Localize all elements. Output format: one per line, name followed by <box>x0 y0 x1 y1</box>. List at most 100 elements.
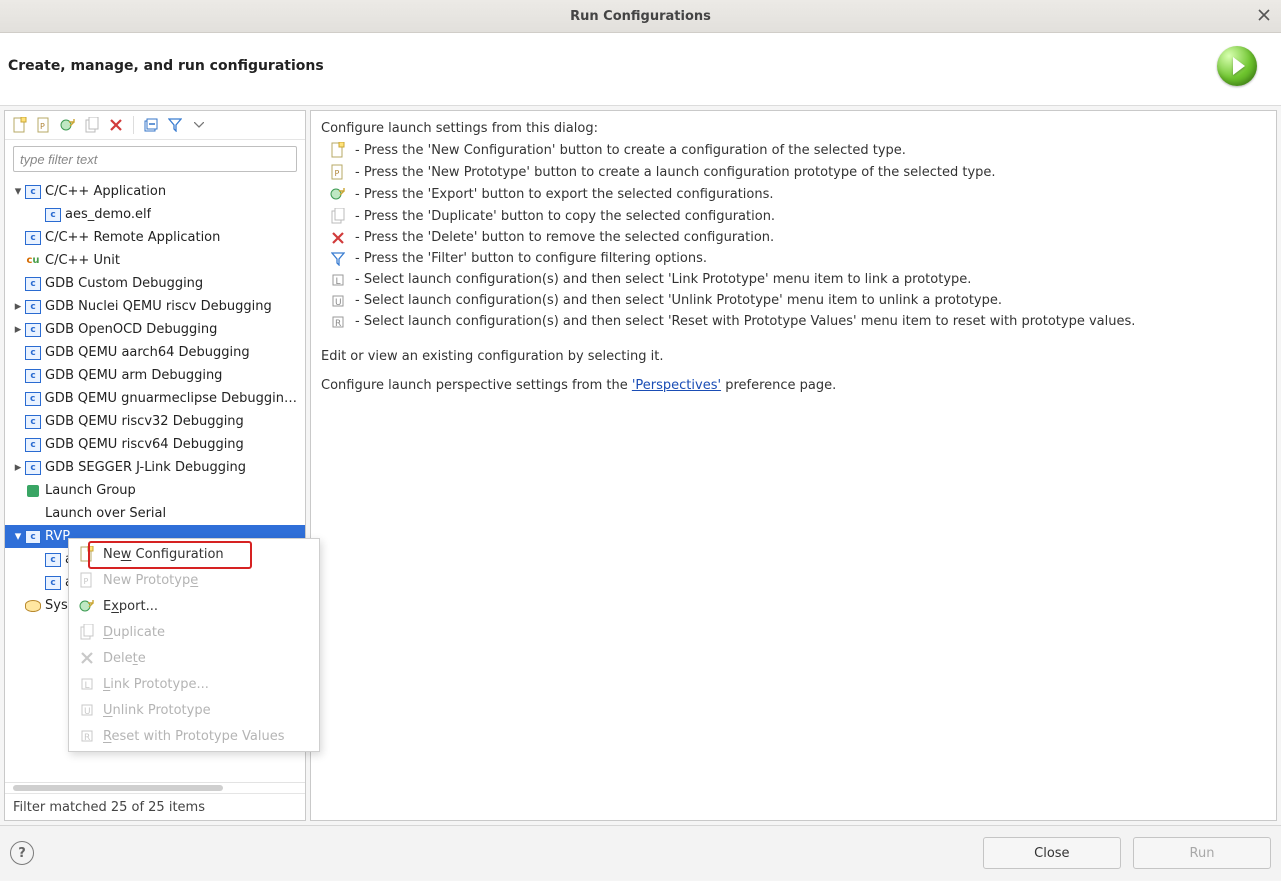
run-icon <box>1217 46 1257 86</box>
window-title: Run Configurations <box>570 9 711 24</box>
tree-item[interactable]: ▸caes_demo.elf <box>5 203 305 226</box>
tree-item-label: Launch over Serial <box>45 506 166 521</box>
tree-item[interactable]: ▸cGDB Custom Debugging <box>5 272 305 295</box>
tree-item-label: RVP <box>45 529 70 544</box>
delete-icon <box>79 652 95 664</box>
context-menu-label: New Configuration <box>103 547 309 562</box>
tree-item[interactable]: ▸cGDB Nuclei QEMU riscv Debugging <box>5 295 305 318</box>
toolbar-new-prototype[interactable]: P <box>35 116 53 134</box>
funnel-icon <box>168 118 182 132</box>
caret-right-icon[interactable]: ▸ <box>11 322 25 337</box>
context-menu-item-unlink: UUnlink Prototype <box>69 697 319 723</box>
hint-row: R - Select launch configuration(s) and t… <box>329 314 1266 329</box>
hint-text: - Press the 'New Prototype' button to cr… <box>355 165 996 180</box>
hint-text: - Press the 'Filter' button to configure… <box>355 251 707 266</box>
tree-item[interactable]: ▸Launch Group <box>5 479 305 502</box>
context-menu-label: Unlink Prototype <box>103 703 309 718</box>
c-unit-icon: cu <box>25 253 41 269</box>
toolbar-filter-menu[interactable] <box>190 116 208 134</box>
intro-text: Configure launch settings from this dial… <box>321 121 1266 136</box>
dialog-header: Create, manage, and run configurations <box>0 33 1281 106</box>
edit-hint: Edit or view an existing configuration b… <box>321 349 1266 364</box>
hint-text: - Select launch configuration(s) and the… <box>355 293 1002 308</box>
toolbar-delete[interactable] <box>107 116 125 134</box>
main-panel: Configure launch settings from this dial… <box>310 110 1277 821</box>
duplicate-icon <box>79 624 95 640</box>
tree-item[interactable]: ▸cLaunch over Serial <box>5 502 305 525</box>
new-icon <box>329 142 347 158</box>
title-bar: Run Configurations <box>0 0 1281 33</box>
tree-item[interactable]: ▾cC/C++ Application <box>5 180 305 203</box>
toolbar-separator <box>133 116 134 134</box>
run-button[interactable]: Run <box>1133 837 1271 869</box>
toolbar-filter[interactable] <box>166 116 184 134</box>
window-close-button[interactable] <box>1255 6 1273 24</box>
tree-item-label: aes_demo.elf <box>65 207 151 222</box>
context-menu[interactable]: New ConfigurationPNew PrototypeExport...… <box>68 538 320 752</box>
blank-icon: c <box>25 506 41 522</box>
c-config-icon: c <box>45 575 61 591</box>
svg-text:R: R <box>335 319 341 329</box>
tree-item[interactable]: ▸cGDB QEMU gnuarmeclipse Debugging (D <box>5 387 305 410</box>
hint-row: - Press the 'Duplicate' button to copy t… <box>329 208 1266 224</box>
context-menu-item-new_config[interactable]: New Configuration <box>69 541 319 567</box>
hint-list: - Press the 'New Configuration' button t… <box>321 142 1266 329</box>
context-menu-label: New Prototype <box>103 573 309 588</box>
c-config-icon: c <box>45 207 61 223</box>
tree-item[interactable]: ▸cuC/C++ Unit <box>5 249 305 272</box>
tree-item[interactable]: ▸cGDB QEMU riscv32 Debugging <box>5 410 305 433</box>
hint-row: - Press the 'Filter' button to configure… <box>329 251 1266 266</box>
export-icon <box>79 598 95 614</box>
export-icon <box>60 117 76 133</box>
hint-row: - Press the 'New Configuration' button t… <box>329 142 1266 158</box>
hint-row: P - Press the 'New Prototype' button to … <box>329 164 1266 180</box>
toolbar-export[interactable] <box>59 116 77 134</box>
scrollbar-thumb[interactable] <box>13 785 223 791</box>
c-config-icon: c <box>45 552 61 568</box>
svg-text:P: P <box>40 122 45 131</box>
caret-down-icon[interactable]: ▾ <box>11 184 25 199</box>
toolbar-new-config[interactable] <box>11 116 29 134</box>
toolbar-duplicate[interactable] <box>83 116 101 134</box>
context-menu-label: Export... <box>103 599 309 614</box>
c-config-icon: c <box>25 437 41 453</box>
filter-input[interactable] <box>13 146 297 172</box>
hint-row: U - Select launch configuration(s) and t… <box>329 293 1266 308</box>
perspectives-link[interactable]: 'Perspectives' <box>632 378 721 393</box>
tree-item-label: C/C++ Remote Application <box>45 230 220 245</box>
tree-item-label: GDB QEMU riscv64 Debugging <box>45 437 244 452</box>
tree-item-label: GDB OpenOCD Debugging <box>45 322 217 337</box>
tree-item[interactable]: ▸cGDB QEMU riscv64 Debugging <box>5 433 305 456</box>
chevron-down-icon <box>194 122 204 128</box>
context-menu-item-export[interactable]: Export... <box>69 593 319 619</box>
caret-right-icon[interactable]: ▸ <box>11 460 25 475</box>
new-file-icon <box>13 117 27 133</box>
reset-icon: R <box>79 729 95 743</box>
tree-item[interactable]: ▸cGDB SEGGER J-Link Debugging <box>5 456 305 479</box>
tree-item[interactable]: ▸cGDB OpenOCD Debugging <box>5 318 305 341</box>
filter-icon <box>329 252 347 266</box>
c-config-icon: c <box>25 414 41 430</box>
caret-right-icon[interactable]: ▸ <box>11 299 25 314</box>
c-config-icon: c <box>25 529 41 545</box>
tree-item[interactable]: ▸cGDB QEMU arm Debugging <box>5 364 305 387</box>
perspective-suffix: preference page. <box>721 378 836 393</box>
duplicate-icon <box>85 117 99 133</box>
context-menu-item-reset: R Reset with Prototype Values <box>69 723 319 749</box>
hint-text: - Press the 'Delete' button to remove th… <box>355 230 774 245</box>
prototype-file-icon: P <box>37 117 51 133</box>
context-menu-label: Reset with Prototype Values <box>103 729 309 744</box>
close-icon <box>1258 9 1270 21</box>
dialog-footer: ? Close Run <box>0 825 1281 880</box>
close-button[interactable]: Close <box>983 837 1121 869</box>
help-button[interactable]: ? <box>10 841 34 865</box>
hint-row: - Press the 'Export' button to export th… <box>329 186 1266 202</box>
tree-item-label: C/C++ Unit <box>45 253 120 268</box>
tree-item-label: Launch Group <box>45 483 136 498</box>
tree-item[interactable]: ▸cGDB QEMU aarch64 Debugging <box>5 341 305 364</box>
caret-down-icon[interactable]: ▾ <box>11 529 25 544</box>
tree-item[interactable]: ▸cC/C++ Remote Application <box>5 226 305 249</box>
horizontal-scrollbar[interactable] <box>5 782 305 793</box>
export-icon <box>329 186 347 202</box>
toolbar-collapse-all[interactable] <box>142 116 160 134</box>
